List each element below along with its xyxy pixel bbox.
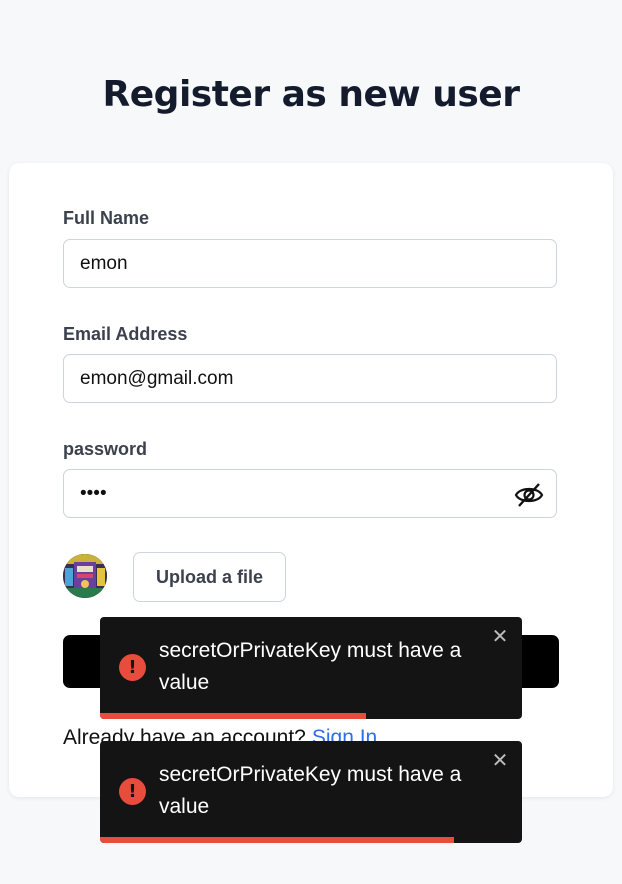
error-icon: ! [119, 778, 146, 805]
full-name-label: Full Name [63, 208, 150, 228]
error-icon: ! [119, 654, 146, 681]
avatar-image [63, 554, 107, 598]
email-label: Email Address [63, 324, 188, 344]
upload-file-button[interactable]: Upload a file [133, 552, 286, 602]
toast-progress-track [100, 713, 522, 719]
toast-progress-bar [100, 713, 366, 719]
password-label: password [63, 439, 148, 459]
error-toast[interactable]: ! secretOrPrivateKey must have a value ✕ [100, 617, 522, 719]
eye-slash-icon[interactable] [514, 482, 544, 508]
password-input[interactable]: •••• [63, 469, 557, 518]
close-icon[interactable]: ✕ [491, 750, 509, 770]
password-value: •••• [80, 482, 107, 504]
page-title: Register as new user [102, 74, 520, 115]
register-page: Register as new user Full Name emon Emai… [0, 0, 622, 884]
toast-progress-bar [100, 837, 455, 843]
email-input[interactable]: emon@gmail.com [63, 354, 557, 403]
close-icon[interactable]: ✕ [491, 626, 509, 646]
toast-message: secretOrPrivateKey must have a value [159, 639, 462, 694]
toast-message: secretOrPrivateKey must have a value [159, 763, 462, 818]
full-name-input[interactable]: emon [63, 239, 557, 288]
error-toast[interactable]: ! secretOrPrivateKey must have a value ✕ [100, 741, 522, 843]
toast-progress-track [100, 837, 522, 843]
avatar [63, 554, 107, 598]
